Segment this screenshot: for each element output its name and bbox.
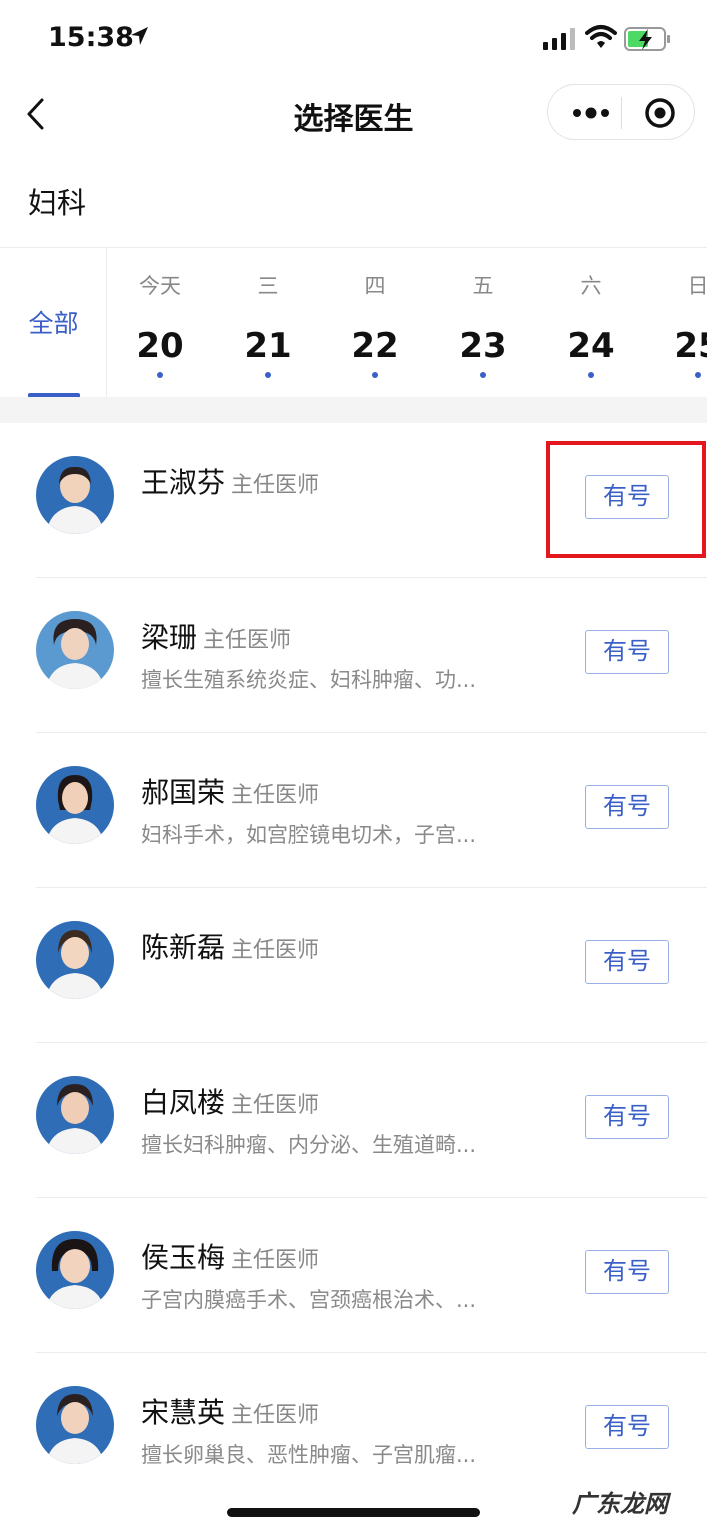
doctor-name: 侯玉梅 bbox=[141, 1241, 226, 1274]
book-available-button[interactable]: 有号 bbox=[585, 630, 669, 674]
doctor-name-line: 郝国荣 主任医师 bbox=[141, 771, 319, 811]
date-tab-day: 22 bbox=[351, 326, 399, 366]
cellular-signal-icon bbox=[543, 28, 575, 50]
doctor-name: 王淑芬 bbox=[141, 466, 226, 499]
doctor-avatar bbox=[36, 1386, 114, 1464]
annotation-highlight-box bbox=[546, 441, 706, 558]
doctor-name: 白凤楼 bbox=[141, 1086, 226, 1119]
capsule-divider bbox=[621, 97, 622, 129]
doctor-specialty: 擅长妇科肿瘤、内分泌、生殖道畸... bbox=[141, 1133, 477, 1157]
wifi-icon bbox=[585, 25, 617, 48]
book-available-button[interactable]: 有号 bbox=[585, 940, 669, 984]
doctor-specialty: 妇科手术，如宫腔镜电切术，子宫... bbox=[141, 823, 477, 847]
date-tab-weekday: 三 bbox=[257, 274, 279, 298]
doctor-row[interactable]: 白凤楼 主任医师 擅长妇科肿瘤、内分泌、生殖道畸... 有号 bbox=[0, 1043, 707, 1198]
date-tab-weekday: 四 bbox=[364, 274, 386, 298]
date-tab-weekday: 日 bbox=[687, 274, 707, 298]
availability-dot bbox=[480, 372, 486, 378]
doctor-title: 主任医师 bbox=[203, 628, 292, 653]
location-arrow-icon bbox=[131, 27, 148, 45]
section-gap bbox=[0, 397, 707, 423]
date-tab[interactable]: 五 23 bbox=[438, 248, 528, 398]
miniprogram-capsule bbox=[547, 84, 695, 140]
doctor-title: 主任医师 bbox=[231, 1093, 320, 1118]
status-time: 15:38 bbox=[48, 22, 134, 53]
book-available-button[interactable]: 有号 bbox=[585, 1095, 669, 1139]
battery-charging-icon bbox=[624, 27, 670, 51]
availability-dot bbox=[372, 372, 378, 378]
doctor-title: 主任医师 bbox=[231, 783, 320, 808]
doctor-avatar bbox=[36, 766, 114, 844]
doctor-avatar bbox=[36, 1076, 114, 1154]
doctor-title: 主任医师 bbox=[231, 938, 320, 963]
doctor-avatar bbox=[36, 1231, 114, 1309]
nav-bar: 选择医生 bbox=[0, 78, 707, 152]
close-target-icon[interactable] bbox=[640, 93, 680, 133]
doctor-name-line: 侯玉梅 主任医师 bbox=[141, 1236, 319, 1276]
doctor-name-line: 王淑芬 主任医师 bbox=[141, 461, 319, 501]
date-tab-day: 23 bbox=[459, 326, 507, 366]
tab-all[interactable]: 全部 bbox=[0, 248, 107, 398]
book-available-button[interactable]: 有号 bbox=[585, 785, 669, 829]
tab-all-label: 全部 bbox=[28, 309, 79, 338]
doctor-specialty: 子宫内膜癌手术、宫颈癌根治术、... bbox=[141, 1288, 477, 1312]
date-tab[interactable]: 日 25 bbox=[653, 248, 707, 398]
date-tab[interactable]: 今天 20 bbox=[115, 248, 205, 398]
doctor-name-line: 白凤楼 主任医师 bbox=[141, 1081, 319, 1121]
doctor-row[interactable]: 郝国荣 主任医师 妇科手术，如宫腔镜电切术，子宫... 有号 bbox=[0, 733, 707, 888]
doctor-title: 主任医师 bbox=[231, 1403, 320, 1428]
department-label: 妇科 bbox=[28, 186, 87, 220]
book-available-button[interactable]: 有号 bbox=[585, 1250, 669, 1294]
date-tab-weekday: 六 bbox=[580, 274, 602, 298]
doctor-name: 郝国荣 bbox=[141, 776, 226, 809]
doctor-name-line: 宋慧英 主任医师 bbox=[141, 1391, 319, 1431]
book-available-button[interactable]: 有号 bbox=[585, 1405, 669, 1449]
doctor-row[interactable]: 侯玉梅 主任医师 子宫内膜癌手术、宫颈癌根治术、... 有号 bbox=[0, 1198, 707, 1353]
doctor-title: 主任医师 bbox=[231, 1248, 320, 1273]
doctor-name: 梁珊 bbox=[141, 621, 198, 654]
availability-dot bbox=[157, 372, 163, 378]
more-dots-icon[interactable] bbox=[566, 93, 616, 133]
status-bar: 15:38 bbox=[0, 0, 707, 78]
home-indicator bbox=[227, 1508, 480, 1517]
doctor-row[interactable]: 陈新磊 主任医师 有号 bbox=[0, 888, 707, 1043]
doctor-avatar bbox=[36, 456, 114, 534]
doctor-avatar bbox=[36, 921, 114, 999]
date-tab[interactable]: 四 22 bbox=[330, 248, 420, 398]
doctor-title: 主任医师 bbox=[231, 473, 320, 498]
doctor-name-line: 梁珊 主任医师 bbox=[141, 616, 291, 656]
doctor-name-line: 陈新磊 主任医师 bbox=[141, 926, 319, 966]
doctor-specialty: 擅长生殖系统炎症、妇科肿瘤、功... bbox=[141, 668, 477, 692]
date-tab-weekday: 五 bbox=[472, 274, 494, 298]
availability-dot bbox=[695, 372, 701, 378]
watermark: 广东龙网 bbox=[572, 1490, 668, 1518]
doctor-specialty: 擅长卵巢良、恶性肿瘤、子宫肌瘤... bbox=[141, 1443, 477, 1467]
date-tab-day: 21 bbox=[244, 326, 292, 366]
date-tab-day: 25 bbox=[674, 326, 707, 366]
availability-dot bbox=[265, 372, 271, 378]
date-tabs: 全部 今天 20 三 21 四 22 五 23 六 24 日 25 bbox=[0, 247, 707, 398]
availability-dot bbox=[588, 372, 594, 378]
date-tab-day: 24 bbox=[567, 326, 615, 366]
doctor-name: 宋慧英 bbox=[141, 1396, 226, 1429]
date-tab-day: 20 bbox=[136, 326, 184, 366]
date-tab-weekday: 今天 bbox=[139, 274, 181, 298]
doctor-avatar bbox=[36, 611, 114, 689]
date-tab[interactable]: 三 21 bbox=[223, 248, 313, 398]
doctor-row[interactable]: 梁珊 主任医师 擅长生殖系统炎症、妇科肿瘤、功... 有号 bbox=[0, 578, 707, 733]
doctor-name: 陈新磊 bbox=[141, 931, 226, 964]
date-tab[interactable]: 六 24 bbox=[546, 248, 636, 398]
